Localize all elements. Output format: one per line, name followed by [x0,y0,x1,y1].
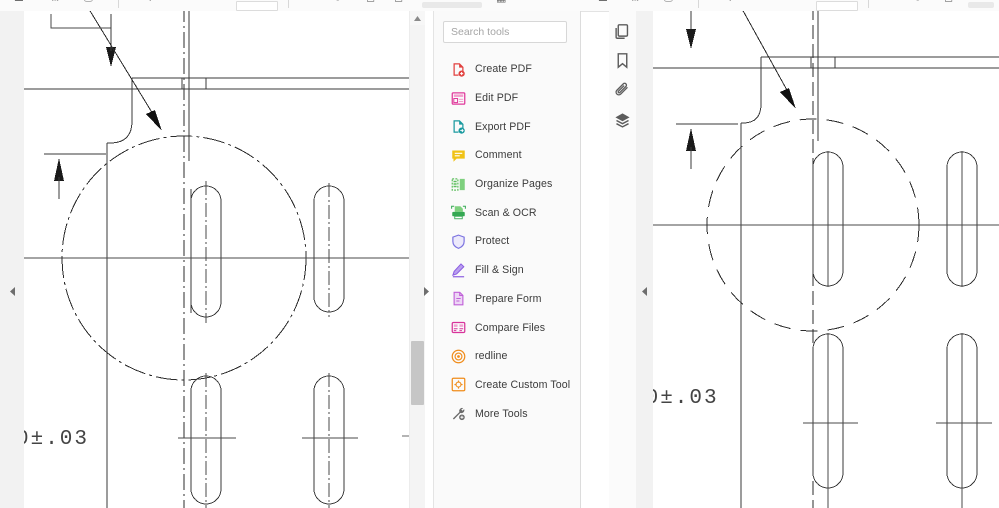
search-tools-box[interactable] [443,21,567,43]
app-root: ☰ ⍝ ⎙ ➚ ≡ − + ⟳ ◻ ◻ ▦ ☰ ⍝ ⎙ ➚ ≡ − + ⟳ ◻ [0,0,999,508]
tool-label: Create PDF [475,63,532,75]
export-pdf-icon [451,119,466,134]
scrollbar-thumb[interactable] [411,341,424,405]
collapse-right-panel-arrow[interactable] [420,283,433,299]
tool-label: Fill & Sign [475,264,524,276]
layers-icon[interactable] [614,112,631,129]
tool-item-comment[interactable]: Comment [434,141,580,170]
page-field[interactable] [422,2,482,8]
collapse-left-panel-arrow[interactable] [636,283,653,299]
fit-page-icon[interactable]: ◻ [366,0,375,4]
cad-drawing-right: 00±.03 [653,11,999,508]
comment-icon [451,148,466,163]
edit-pdf-icon [451,91,466,106]
page-field[interactable] [968,2,994,8]
zoom-level-field[interactable] [236,1,278,11]
tools-list: Create PDF Edit PDF Export PDF [434,55,580,428]
tool-item-more-tools[interactable]: More Tools [434,399,580,428]
document-window-right: 00±.03 [609,11,999,508]
toolbar-separator [288,0,289,8]
redline-icon [451,349,466,364]
attachments-icon[interactable] [614,82,631,99]
select-text-icon[interactable]: ≡ [760,0,766,4]
rotate-icon[interactable]: ⟳ [914,0,923,4]
tool-label: redline [475,350,508,362]
bookmarks-icon[interactable] [614,52,631,69]
rotate-icon[interactable]: ⟳ [334,0,343,4]
zoom-level-field[interactable] [816,1,858,11]
tool-item-create-pdf[interactable]: Create PDF [434,55,580,84]
grid-icon[interactable]: ▦ [496,0,506,4]
tool-item-export-pdf[interactable]: Export PDF [434,112,580,141]
zoom-in-icon[interactable]: + [886,0,892,4]
tool-item-compare-files[interactable]: Compare Files [434,313,580,342]
tool-label: Comment [475,149,522,161]
vertical-scrollbar-left[interactable] [409,11,425,508]
more-tools-icon [451,406,466,421]
document-canvas-right[interactable]: 00±.03 [653,11,999,508]
dimension-text-left: 0±.03 [24,428,89,451]
tool-item-protect[interactable]: Protect [434,227,580,256]
tool-item-redline[interactable]: redline [434,342,580,371]
toolbar-separator [698,0,699,8]
tool-label: Create Custom Tool [475,379,570,391]
page-thumbnails-icon[interactable] [614,23,631,40]
zoom-in-icon[interactable]: + [306,0,312,4]
tools-panel: Create PDF Edit PDF Export PDF [433,11,581,508]
tool-label: Organize Pages [475,178,552,190]
fill-sign-icon [451,263,466,278]
open-file-icon[interactable]: ☰ [598,0,608,4]
navigation-rail [609,11,637,508]
toolbar-separator [868,0,869,8]
fit-width-icon[interactable]: ◻ [394,0,403,4]
toolbar-separator [118,0,119,8]
left-rail-strip [0,11,25,508]
create-pdf-icon [451,62,466,77]
save-icon[interactable]: ⍝ [632,0,639,4]
fit-page-icon[interactable]: ◻ [944,0,953,4]
protect-icon [451,234,466,249]
tool-label: Scan & OCR [475,207,537,219]
create-custom-tool-icon [451,377,466,392]
collapse-left-panel-arrow[interactable] [0,283,24,299]
scan-ocr-icon [451,205,466,220]
save-icon[interactable]: ⍝ [52,0,59,4]
tool-label: Protect [475,235,509,247]
tool-label: Export PDF [475,121,531,133]
left-rail-strip-right-window [636,11,654,508]
tool-item-scan-ocr[interactable]: Scan & OCR [434,198,580,227]
pointer-icon[interactable]: ➚ [728,0,737,4]
tool-label: Edit PDF [475,92,518,104]
compare-files-icon [451,320,466,335]
tool-label: Compare Files [475,322,545,334]
zoom-out-icon[interactable]: − [212,0,218,4]
dimension-text-right: 00±.03 [653,387,719,410]
organize-pages-icon [451,177,466,192]
open-file-icon[interactable]: ☰ [14,0,24,4]
tool-item-edit-pdf[interactable]: Edit PDF [434,84,580,113]
tool-item-create-custom-tool[interactable]: Create Custom Tool [434,371,580,400]
tool-item-organize-pages[interactable]: Organize Pages [434,170,580,199]
print-icon[interactable]: ⎙ [84,0,93,4]
scroll-up-arrow[interactable] [410,11,425,25]
search-tools-input[interactable] [444,22,566,42]
zoom-out-icon[interactable]: − [792,0,798,4]
tool-item-prepare-form[interactable]: Prepare Form [434,285,580,314]
print-icon[interactable]: ⎙ [664,0,673,4]
select-text-icon[interactable]: ≡ [180,0,186,4]
pointer-icon[interactable]: ➚ [148,0,157,4]
cad-drawing-left: 0±.03 [24,11,409,508]
prepare-form-icon [451,291,466,306]
document-canvas-left[interactable]: 0±.03 [24,11,409,508]
document-window-left: 0±.03 [0,11,433,508]
tool-label: More Tools [475,408,528,420]
tool-item-fill-sign[interactable]: Fill & Sign [434,256,580,285]
tool-label: Prepare Form [475,293,542,305]
